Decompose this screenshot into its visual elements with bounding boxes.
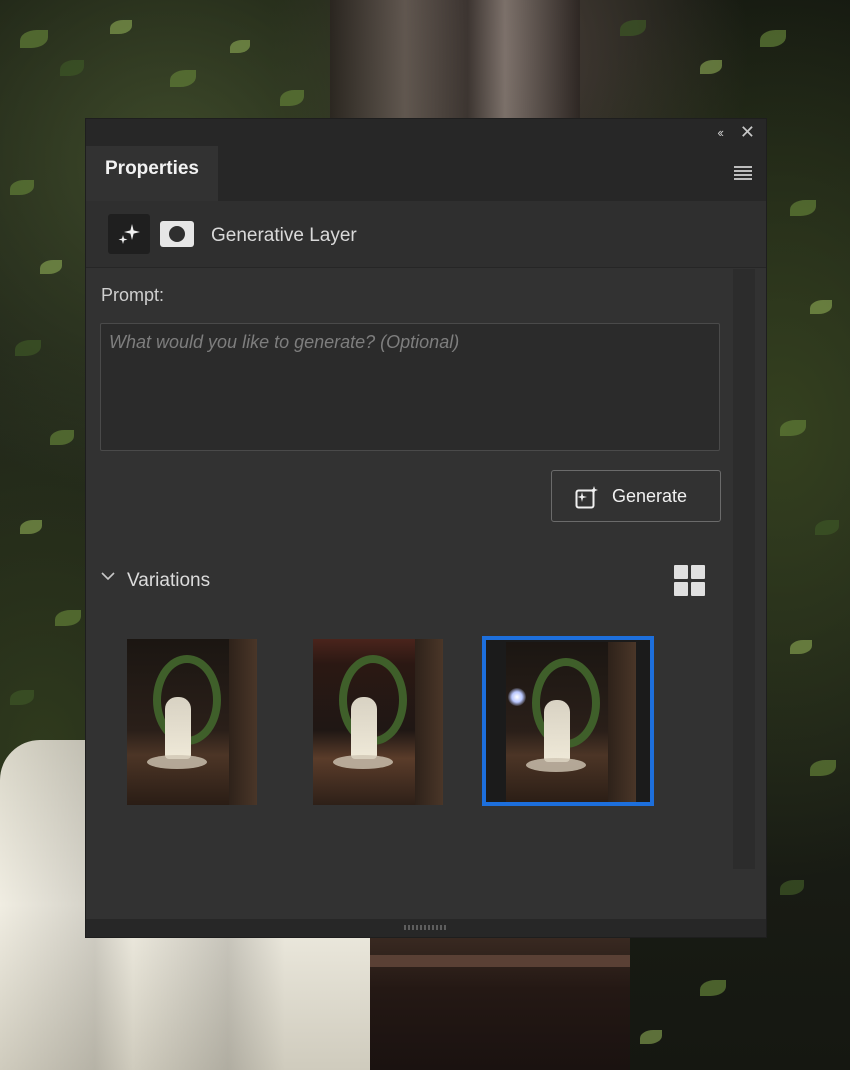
wooden-bench (370, 935, 630, 1070)
close-icon[interactable]: ✕ (740, 122, 755, 143)
sparkle-icon (118, 224, 140, 244)
panel-footer (86, 919, 766, 937)
layer-mask-icon[interactable] (160, 221, 194, 247)
prompt-input[interactable] (100, 323, 720, 451)
variation-image (506, 642, 636, 802)
variation-image (313, 639, 443, 805)
grid-view-icon[interactable] (674, 565, 706, 597)
variation-image (127, 639, 257, 805)
tab-strip: Properties (86, 146, 766, 201)
double-chevron-left-icon[interactable]: ‹‹ (717, 125, 724, 140)
prompt-label: Prompt: (101, 285, 165, 305)
layer-name: Generative Layer (211, 225, 357, 246)
resize-grip-icon[interactable] (404, 925, 446, 930)
generate-sparkle-icon (575, 486, 598, 509)
hamburger-menu-icon[interactable] (734, 166, 752, 182)
generate-label: Generate (612, 486, 688, 506)
variations-label: Variations (127, 570, 211, 591)
variation-thumbnail-2[interactable] (313, 639, 443, 805)
scrollbar-track[interactable] (733, 269, 755, 869)
panel-titlebar: ‹‹ ✕ (86, 119, 766, 146)
generate-button[interactable]: Generate (551, 470, 721, 522)
tab-properties[interactable]: Properties (86, 146, 218, 201)
properties-panel: ‹‹ ✕ Properties Generative Layer Prompt:… (86, 119, 766, 937)
tree-trunk (330, 0, 580, 120)
layer-info-row: Generative Layer (86, 201, 766, 268)
variation-thumbnail-3-selected[interactable] (482, 636, 654, 806)
variation-thumbnail-1[interactable] (127, 639, 257, 805)
generative-layer-button[interactable] (108, 214, 150, 254)
chevron-down-icon (100, 568, 116, 589)
